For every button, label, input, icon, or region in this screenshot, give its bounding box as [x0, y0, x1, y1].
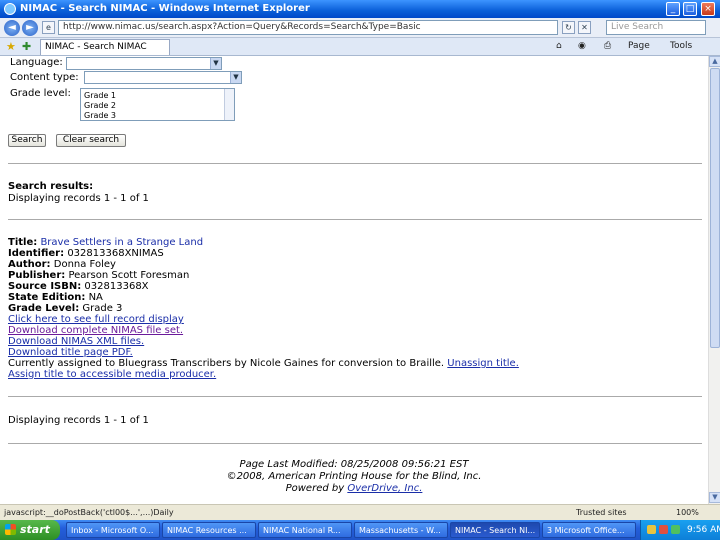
- status-bar: javascript:__doPostBack('ctl00$...',...)…: [0, 504, 720, 520]
- divider: [8, 443, 702, 444]
- back-button[interactable]: ◄: [4, 20, 20, 36]
- tray-volume-icon[interactable]: [671, 525, 680, 534]
- record-title-link[interactable]: Brave Settlers in a Strange Land: [40, 237, 203, 248]
- grade-option[interactable]: Grade 2: [84, 101, 116, 110]
- internet-explorer-icon: [4, 3, 16, 15]
- start-button[interactable]: start: [0, 520, 60, 540]
- assign-title-link[interactable]: Assign title to accessible media produce…: [8, 369, 216, 380]
- taskbar-item[interactable]: NIMAC National R...: [258, 522, 352, 538]
- add-favorites-icon[interactable]: ✚: [22, 40, 31, 53]
- download-nimas-link[interactable]: Download complete NIMAS file set.: [8, 325, 183, 336]
- record-grade-level: Grade Level: Grade 3: [8, 303, 123, 314]
- record-publisher: Publisher: Pearson Scott Foresman: [8, 270, 190, 281]
- assignment-status: Currently assigned to Bluegrass Transcri…: [8, 358, 519, 369]
- grade-level-label: Grade level:: [10, 88, 71, 99]
- window-title: NIMAC - Search NIMAC - Windows Internet …: [20, 3, 310, 14]
- page-scrollbar[interactable]: ▲ ▼: [708, 56, 720, 504]
- page-icon: e: [42, 21, 55, 34]
- zoom-level[interactable]: 100%: [676, 508, 699, 517]
- url-input[interactable]: http://www.nimac.us/search.aspx?Action=Q…: [58, 20, 558, 35]
- clear-search-button[interactable]: Clear search: [56, 134, 126, 147]
- taskbar: start Inbox - Microsoft O... NIMAC Resou…: [0, 520, 720, 540]
- footer-powered: Powered by OverDrive, Inc.: [285, 483, 423, 494]
- tray-network-icon[interactable]: [647, 525, 656, 534]
- taskbar-item[interactable]: Inbox - Microsoft O...: [66, 522, 160, 538]
- grade-level-listbox[interactable]: Grade 1 Grade 2 Grade 3: [80, 88, 235, 121]
- displaying-records-bottom: Displaying records 1 - 1 of 1: [8, 415, 149, 426]
- tools-menu[interactable]: Tools: [670, 41, 692, 51]
- stop-icon[interactable]: ✕: [578, 21, 591, 34]
- grade-option[interactable]: Grade 1: [84, 91, 116, 100]
- search-input[interactable]: Live Search: [606, 20, 706, 35]
- page-content: Language: ▼ Content type: ▼ Grade level:…: [0, 56, 708, 504]
- content-type-select[interactable]: ▼: [84, 71, 242, 84]
- window-titlebar: NIMAC - Search NIMAC - Windows Internet …: [0, 0, 720, 18]
- security-zone: Trusted sites: [576, 508, 627, 517]
- divider: [8, 219, 702, 220]
- scroll-up-arrow-icon[interactable]: ▲: [709, 56, 720, 67]
- address-bar: ◄ ► e http://www.nimac.us/search.aspx?Ac…: [0, 18, 720, 38]
- record-identifier: Identifier: 032813368XNIMAS: [8, 248, 164, 259]
- download-pdf-link[interactable]: Download title page PDF.: [8, 347, 133, 358]
- taskbar-item[interactable]: 3 Microsoft Office...: [542, 522, 636, 538]
- grade-option[interactable]: Grade 3: [84, 111, 116, 120]
- overdrive-link[interactable]: OverDrive, Inc.: [347, 483, 422, 494]
- listbox-scrollbar[interactable]: [224, 89, 234, 120]
- footer-modified: Page Last Modified: 08/25/2008 09:56:21 …: [239, 459, 469, 470]
- page-menu[interactable]: Page: [628, 41, 650, 51]
- content-type-label: Content type:: [10, 72, 79, 83]
- favorites-star-icon[interactable]: ★: [6, 40, 16, 53]
- results-heading: Search results:: [8, 181, 94, 192]
- record-state-edition: State Edition: NA: [8, 292, 103, 303]
- refresh-icon[interactable]: ↻: [562, 21, 575, 34]
- minimize-button[interactable]: _: [666, 2, 680, 16]
- record-source-isbn: Source ISBN: 032813368X: [8, 281, 149, 292]
- taskbar-item[interactable]: Massachusetts - W...: [354, 522, 448, 538]
- tray-security-icon[interactable]: [659, 525, 668, 534]
- close-button[interactable]: ×: [701, 2, 715, 16]
- taskbar-item-active[interactable]: NIMAC - Search NI...: [450, 522, 540, 538]
- feeds-icon[interactable]: ◉: [578, 41, 586, 51]
- record-title: Title: Brave Settlers in a Strange Land: [8, 237, 204, 248]
- maximize-button[interactable]: □: [683, 2, 697, 16]
- language-label: Language:: [10, 57, 63, 68]
- home-icon[interactable]: ⌂: [556, 41, 562, 51]
- unassign-link[interactable]: Unassign title.: [447, 358, 519, 369]
- system-tray: 9:56 AM: [640, 520, 720, 540]
- tab-nimac-search[interactable]: NIMAC - Search NIMAC: [40, 39, 170, 55]
- scroll-thumb[interactable]: [710, 68, 720, 348]
- print-icon[interactable]: ⎙: [604, 41, 611, 51]
- language-select[interactable]: ▼: [66, 57, 222, 70]
- taskbar-clock: 9:56 AM: [687, 525, 720, 535]
- divider: [8, 396, 702, 397]
- full-record-link[interactable]: Click here to see full record display: [8, 314, 184, 325]
- footer-copyright: ©2008, American Printing House for the B…: [226, 471, 482, 482]
- chevron-down-icon: ▼: [230, 72, 241, 83]
- taskbar-item[interactable]: NIMAC Resources ...: [162, 522, 256, 538]
- divider: [8, 163, 702, 164]
- forward-button[interactable]: ►: [22, 20, 38, 36]
- tab-bar: ★ ✚ NIMAC - Search NIMAC ⌂ ◉ ⎙ Page Tool…: [0, 38, 720, 56]
- status-text: javascript:__doPostBack('ctl00$...',...)…: [4, 508, 174, 517]
- scroll-down-arrow-icon[interactable]: ▼: [709, 492, 720, 503]
- search-button[interactable]: Search: [8, 134, 46, 147]
- chevron-down-icon: ▼: [210, 58, 221, 69]
- record-author: Author: Donna Foley: [8, 259, 116, 270]
- download-xml-link[interactable]: Download NIMAS XML files.: [8, 336, 144, 347]
- windows-logo-icon: [5, 524, 16, 535]
- displaying-records-top: Displaying records 1 - 1 of 1: [8, 193, 149, 204]
